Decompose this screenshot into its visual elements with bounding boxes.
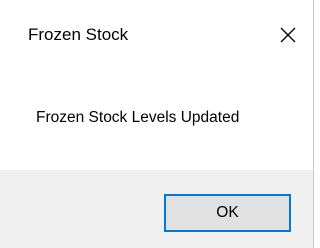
dialog-footer: OK	[0, 170, 313, 248]
dialog-message: Frozen Stock Levels Updated	[36, 109, 240, 126]
message-area: Frozen Stock Levels Updated	[0, 70, 313, 170]
close-icon	[280, 27, 296, 43]
dialog-titlebar: Frozen Stock	[0, 0, 313, 70]
message-dialog: Frozen Stock Frozen Stock Levels Updated…	[0, 0, 314, 248]
ok-button[interactable]: OK	[164, 194, 291, 232]
close-button[interactable]	[268, 18, 308, 52]
dialog-title: Frozen Stock	[28, 25, 129, 44]
